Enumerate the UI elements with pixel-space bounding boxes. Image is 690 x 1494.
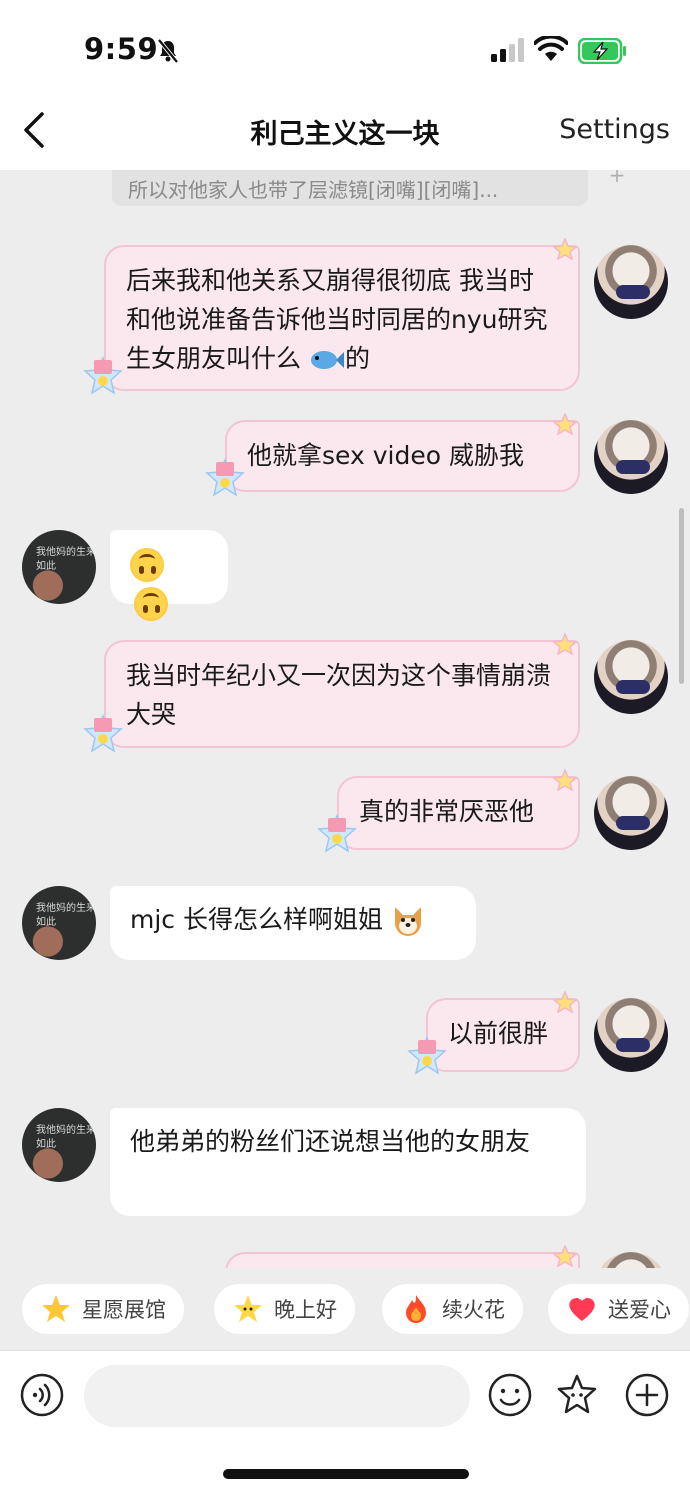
emoji-face-icon[interactable] [488,1373,532,1417]
plus-icon: + [608,170,626,187]
battery-charging-icon [578,38,626,64]
message-bubble-left[interactable] [110,530,228,621]
upside-down-face-emoji-icon [130,548,164,582]
my-avatar[interactable] [594,640,668,714]
my-avatar[interactable] [594,998,668,1072]
quick-reply-label: 晚上好 [274,1298,337,1322]
message-text: 以前很胖 [448,1019,549,1048]
message-bubble-left[interactable]: 他弟弟的粉丝们还说想当他的女朋友 [110,1108,586,1216]
gift-sticker-icon [205,458,245,497]
wifi-icon [534,36,568,61]
star-sticker-icon [552,769,578,791]
star-sticker-icon [552,991,578,1013]
quick-reply-label: 续火花 [442,1298,505,1322]
star-sticker-icon [552,238,578,260]
message-text: mjc 长得怎么样啊姐姐 [130,905,383,934]
my-avatar[interactable] [594,245,668,319]
my-avatar[interactable] [594,1252,668,1268]
quick-reply-wanshanghao[interactable]: 晚上好 [214,1284,355,1334]
quick-reply-bar: 星愿展馆 晚上好 续火花 送爱心 [0,1268,690,1350]
star-sticker-icon [552,1245,578,1267]
star-sticker-icon [552,413,578,435]
message-text: 他就拿sex video 威胁我 [247,441,524,470]
message-bubble-right[interactable]: 真的非常厌恶他 [337,776,580,850]
scrollbar[interactable] [679,508,684,684]
my-avatar[interactable] [594,776,668,850]
contact-avatar[interactable] [22,886,96,960]
message-bubble-right[interactable]: 后来我和他关系又崩得很彻底 我当时和他说准备告诉他当时同居的nyu研究生女朋友叫… [104,245,580,391]
message-suffix: 的 [344,344,370,373]
gift-sticker-icon [407,1036,447,1075]
heart-icon [569,1298,595,1321]
voice-input-icon[interactable] [20,1373,64,1417]
message-bubble-right[interactable]: 他就拿sex video 威胁我 [225,420,580,492]
upside-down-face-emoji-icon [134,587,168,621]
message-bubble-right[interactable]: 我当时年纪小又一次因为这个事情崩溃大哭 [104,640,580,748]
message-bubble-left[interactable]: mjc 长得怎么样啊姐姐 [110,886,476,960]
contact-avatar[interactable] [22,1108,96,1182]
add-plus-icon[interactable] [625,1373,669,1417]
star-sticker-icon [552,633,578,655]
nav-bar: 利己主义这一块 Settings [0,100,690,170]
message-bubble-right[interactable] [225,1252,580,1268]
message-text: 我当时年纪小又一次因为这个事情崩溃大哭 [126,661,552,729]
message-text: 真的非常厌恶他 [359,797,535,826]
cellular-signal-icon [491,38,524,62]
star-icon [42,1295,70,1322]
contact-avatar[interactable] [22,530,96,604]
gift-sticker-icon [317,814,357,853]
chat-area[interactable]: 所以对他家人也带了层滤镜[闭嘴][闭嘴]... + 后来我和他关系又崩得很彻底 … [0,170,690,1268]
home-indicator [223,1469,469,1479]
sticker-star-icon[interactable] [555,1373,599,1417]
message-input[interactable] [84,1365,470,1427]
quick-reply-xuhuohua[interactable]: 续火花 [382,1284,523,1334]
status-bar: 9:59 [0,0,690,100]
dog-face-emoji-icon [394,907,421,936]
gift-sticker-icon [83,356,123,395]
quick-reply-label: 星愿展馆 [82,1298,166,1322]
my-avatar[interactable] [594,420,668,494]
message-text: 他弟弟的粉丝们还说想当他的女朋友 [130,1127,531,1156]
gift-sticker-icon [83,714,123,753]
quick-reply-label: 送爱心 [608,1298,671,1322]
bell-muted-icon [157,38,179,64]
quick-reply-songaixin[interactable]: 送爱心 [548,1284,689,1334]
clock: 9:59 [84,32,159,66]
fish-emoji-icon [310,351,344,369]
settings-button[interactable]: Settings [559,114,670,145]
quoted-message[interactable]: 所以对他家人也带了层滤镜[闭嘴][闭嘴]... [112,170,588,206]
quick-reply-xingyuan[interactable]: 星愿展馆 [22,1284,184,1334]
input-bar [0,1350,690,1494]
star-face-icon [234,1295,262,1322]
fire-icon [406,1295,426,1323]
